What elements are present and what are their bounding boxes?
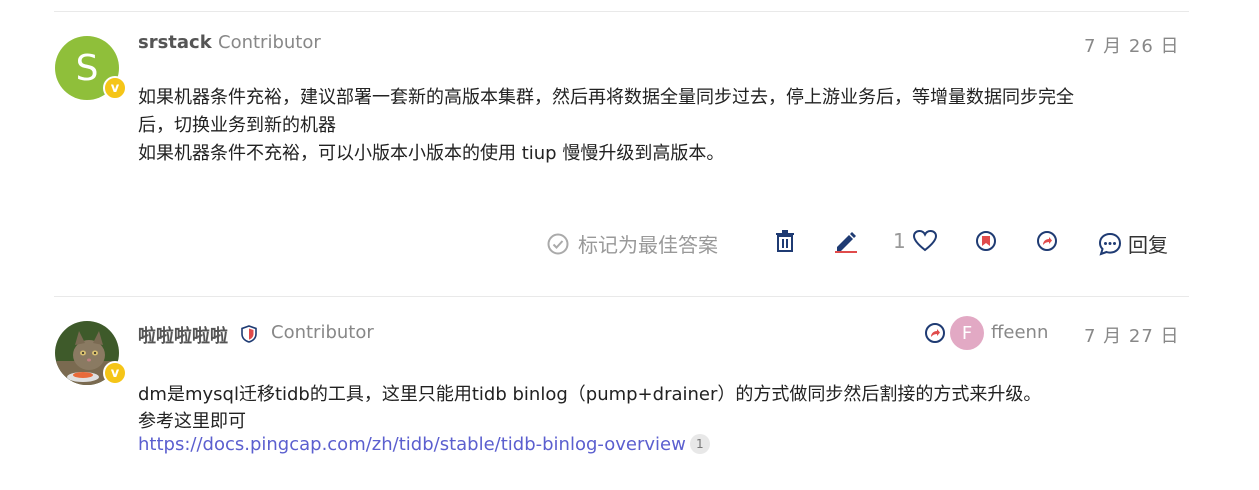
post-body-line: 如果机器条件充裕，建议部署一套新的高版本集群，然后再将数据全量同步过去，停上游业… bbox=[138, 87, 1074, 108]
bookmark-icon bbox=[976, 231, 996, 251]
like-button[interactable]: 1 bbox=[893, 229, 938, 253]
reply-arrow-icon bbox=[925, 323, 945, 343]
mark-solution-button[interactable]: 标记为最佳答案 bbox=[546, 229, 718, 258]
reply-to-avatar: F bbox=[950, 316, 984, 350]
post-body-line: 参考这里即可 bbox=[138, 411, 246, 432]
avatar-letter: S bbox=[75, 47, 99, 89]
post-body-line: 如果机器条件不充裕，可以小版本小版本的使用 tiup 慢慢升级到高版本。 bbox=[138, 143, 725, 164]
user-title: Contributor bbox=[218, 32, 321, 53]
post-body-line: 后，切换业务到新的机器 bbox=[138, 115, 336, 136]
contributor-badge-icon: v bbox=[103, 76, 127, 100]
post-date[interactable]: 7 月 26 日 bbox=[1084, 32, 1180, 58]
trash-icon bbox=[776, 230, 794, 252]
pencil-icon bbox=[835, 232, 857, 253]
post-divider bbox=[54, 296, 1189, 297]
share-icon bbox=[1037, 231, 1057, 251]
reply-button[interactable]: 回复 bbox=[1098, 229, 1168, 258]
link-click-count: 1 bbox=[689, 434, 710, 454]
reply-label: 回复 bbox=[1128, 233, 1168, 257]
post-link-line: https://docs.pingcap.com/zh/tidb/stable/… bbox=[138, 434, 710, 455]
delete-button[interactable] bbox=[775, 230, 795, 252]
top-divider bbox=[54, 11, 1189, 12]
post-date[interactable]: 7 月 27 日 bbox=[1084, 322, 1180, 348]
contributor-badge-icon: v bbox=[103, 361, 127, 385]
post-body-line: dm是mysql迁移tidb的工具，这里只能用tidb binlog（pump+… bbox=[138, 384, 1042, 405]
mark-solution-label: 标记为最佳答案 bbox=[578, 233, 718, 257]
share-button[interactable] bbox=[1037, 231, 1057, 251]
shield-icon bbox=[241, 325, 257, 343]
user-title: Contributor bbox=[271, 322, 374, 343]
docs-link[interactable]: https://docs.pingcap.com/zh/tidb/stable/… bbox=[138, 434, 686, 455]
check-circle-icon bbox=[547, 233, 569, 254]
like-count: 1 bbox=[893, 229, 906, 253]
username[interactable]: 啦啦啦啦啦 bbox=[138, 322, 228, 348]
heart-icon bbox=[912, 229, 937, 252]
reply-to-username: ffeenn bbox=[991, 322, 1049, 343]
reply-bubble-icon bbox=[1098, 232, 1122, 256]
username[interactable]: srstack bbox=[138, 32, 212, 53]
bookmark-button[interactable] bbox=[976, 231, 996, 251]
edit-button[interactable] bbox=[834, 229, 858, 253]
